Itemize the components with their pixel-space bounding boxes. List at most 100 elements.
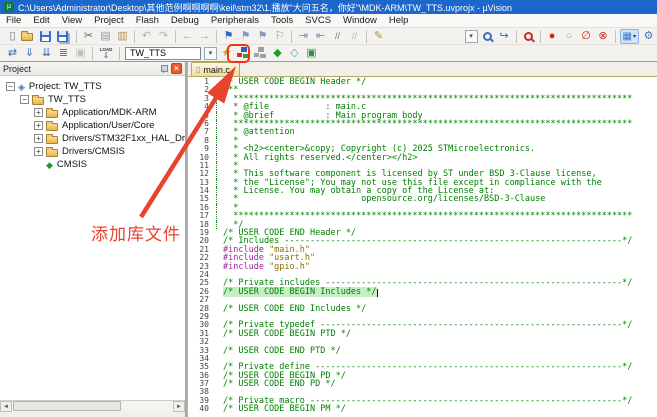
menu-window[interactable]: Window [337, 14, 383, 28]
debug-views-dropdown[interactable]: ▾ [465, 30, 478, 43]
expand-icon[interactable]: + [34, 147, 43, 156]
tree-item-label: Drivers/STM32F1xx_HAL_Driv [62, 133, 185, 144]
menu-peripherals[interactable]: Peripherals [205, 14, 265, 28]
menu-file[interactable]: File [0, 14, 27, 28]
expand-icon[interactable]: + [34, 134, 43, 143]
menu-tools[interactable]: Tools [265, 14, 299, 28]
folder-icon [46, 136, 58, 144]
expand-icon[interactable]: + [34, 121, 43, 130]
comment-icon[interactable]: // [329, 29, 346, 44]
expand-icon[interactable]: + [34, 108, 43, 117]
insert-breakpoint-icon[interactable]: ● [544, 29, 561, 44]
find-icon[interactable] [524, 32, 533, 41]
flash-download-icon[interactable]: LOAD⇓ [96, 46, 116, 61]
tab-main-c[interactable]: ▯ main.c [191, 62, 240, 76]
file-extensions-icon[interactable] [253, 46, 268, 60]
toolbar-separator [175, 30, 176, 43]
menu-svcs[interactable]: SVCS [299, 14, 337, 28]
menu-debug[interactable]: Debug [165, 14, 205, 28]
target-select[interactable]: TW_TTS [125, 47, 201, 60]
jump-to-icon[interactable]: ↪ [496, 29, 513, 44]
menu-project[interactable]: Project [88, 14, 130, 28]
indent-icon[interactable]: ⇥ [295, 29, 312, 44]
kill-all-breakpoints-icon[interactable]: ⊗ [595, 29, 612, 44]
next-bookmark-icon[interactable]: ⚑ [254, 29, 271, 44]
file-icon: ▯ [196, 65, 200, 75]
target-dropdown[interactable]: ▾ [204, 47, 217, 60]
scroll-left-icon[interactable]: ◄ [0, 401, 12, 412]
stop-build-icon[interactable]: ▣ [72, 46, 89, 61]
close-icon[interactable]: × [171, 63, 182, 74]
configuration-icon[interactable]: ⚙ [640, 29, 657, 44]
options-for-target-icon[interactable]: ★ [218, 46, 235, 61]
unindent-icon[interactable]: ⇤ [312, 29, 329, 44]
find-in-document-icon[interactable] [483, 32, 492, 41]
fold-margin [212, 179, 223, 187]
menu-flash[interactable]: Flash [130, 14, 165, 28]
disable-all-breakpoints-icon[interactable]: ∅ [578, 29, 595, 44]
collapse-icon[interactable]: − [6, 82, 15, 91]
tree-item-drivers-cmsis[interactable]: + Drivers/CMSIS [0, 145, 185, 158]
tree-item-label: Project: TW_TTS [29, 81, 102, 92]
open-file-icon[interactable] [21, 33, 33, 41]
copy-icon[interactable]: ▤ [97, 29, 114, 44]
chevron-down-icon: ▾ [633, 33, 636, 40]
pack-installer-icon[interactable]: ▣ [303, 46, 320, 61]
save-icon[interactable] [40, 31, 51, 42]
scroll-right-icon[interactable]: ► [173, 401, 185, 412]
rebuild-icon[interactable]: ⇊ [38, 46, 55, 61]
code-editor[interactable]: 1/* USER CODE BEGIN Header */2−/**3 ****… [188, 77, 657, 417]
tree-item-project-tw-tts[interactable]: −◈Project: TW_TTS [0, 80, 185, 93]
fold-margin [212, 397, 223, 405]
translate-icon[interactable]: ⇄ [4, 46, 21, 61]
edit-template-icon[interactable]: ✎ [370, 29, 387, 44]
cut-icon[interactable]: ✂ [80, 29, 97, 44]
uncomment-icon[interactable]: // [346, 29, 363, 44]
code-line: 26/* USER CODE BEGIN Includes */ [188, 288, 657, 296]
collapse-icon[interactable]: − [20, 95, 29, 104]
scrollbar-thumb[interactable] [13, 401, 121, 411]
enable-breakpoint-icon[interactable]: ○ [561, 29, 578, 44]
menu-help[interactable]: Help [383, 14, 415, 28]
clear-bookmarks-icon[interactable]: ⚐ [271, 29, 288, 44]
tree-item-application-user-core[interactable]: +Application/User/Core [0, 119, 185, 132]
fold-margin [212, 120, 223, 128]
select-packs-icon[interactable]: ◇ [286, 46, 303, 61]
toggle-bookmark-icon[interactable]: ⚑ [220, 29, 237, 44]
save-all-icon[interactable] [57, 31, 68, 42]
pin-icon[interactable] [160, 65, 168, 73]
redo-icon[interactable]: ↷ [155, 29, 172, 44]
menu-edit[interactable]: Edit [27, 14, 55, 28]
fold-margin [212, 380, 223, 388]
folder-icon [32, 97, 44, 105]
scrollbar-track[interactable] [12, 401, 173, 412]
paste-icon[interactable]: ▥ [114, 29, 131, 44]
tree-item-label: CMSIS [57, 159, 87, 170]
code-line: 7 * @attention [188, 128, 657, 136]
tree-item-cmsis[interactable]: ◆CMSIS [0, 158, 185, 171]
tree-item-tw-tts[interactable]: −TW_TTS [0, 93, 185, 106]
new-file-icon[interactable]: ▯ [4, 29, 21, 44]
navigate-forward-icon[interactable]: → [196, 29, 213, 44]
build-icon[interactable]: ⇓ [21, 46, 38, 61]
navigate-back-icon[interactable]: ← [179, 29, 196, 44]
fold-collapse-icon[interactable]: − [213, 87, 220, 94]
toolbar-separator [134, 30, 135, 43]
tree-item-application-mdk-arm[interactable]: +Application/MDK-ARM [0, 106, 185, 119]
fold-margin [212, 128, 223, 136]
manage-rte-icon[interactable]: ◆ [269, 46, 286, 61]
code-line: 1/* USER CODE BEGIN Header */ [188, 78, 657, 86]
project-tree-hscrollbar[interactable]: ◄ ► [0, 400, 185, 412]
prev-bookmark-icon[interactable]: ⚑ [237, 29, 254, 44]
tree-item-label: Drivers/CMSIS [62, 146, 125, 157]
batch-build-icon[interactable]: ≣ [55, 46, 72, 61]
tree-item-drivers-stm32f1xx-hal-driv[interactable]: + Drivers/STM32F1xx_HAL_Driv [0, 132, 185, 145]
editor-area: ▯ main.c 1/* USER CODE BEGIN Header */2−… [187, 62, 657, 417]
menu-view[interactable]: View [56, 14, 88, 28]
undo-icon[interactable]: ↶ [138, 29, 155, 44]
fold-margin [212, 313, 223, 321]
manage-project-items-icon[interactable] [236, 46, 251, 60]
toolbar-separator [76, 30, 77, 43]
window-layout-button[interactable]: ▦▾ [620, 29, 639, 44]
fold-margin [212, 145, 223, 153]
